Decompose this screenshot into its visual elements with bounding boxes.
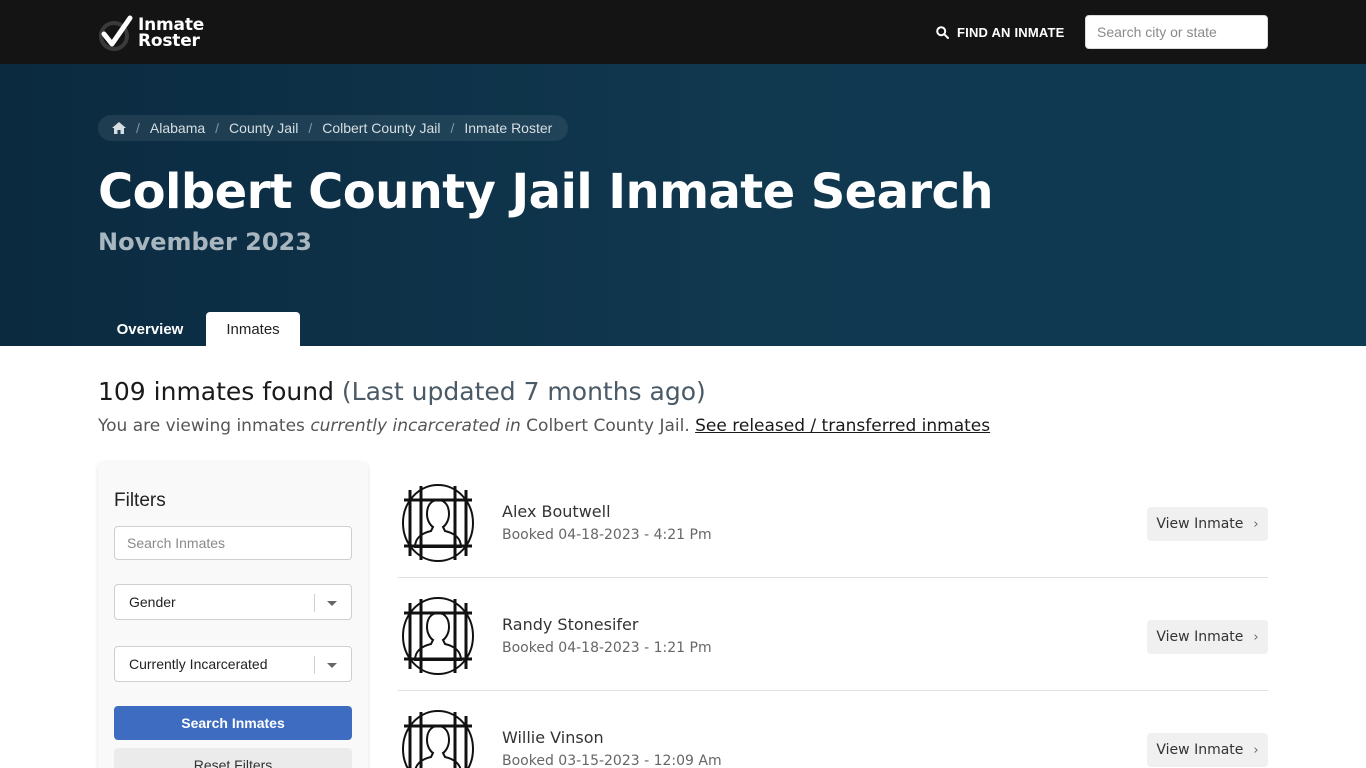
checkmark-logo-icon <box>99 15 133 51</box>
breadcrumb-separator: / <box>450 120 455 136</box>
select-divider <box>314 656 315 674</box>
inmate-avatar-icon <box>402 597 474 675</box>
status-select-value: Currently Incarcerated <box>129 656 268 672</box>
hero-banner: / Alabama / County Jail / Colbert County… <box>0 64 1366 346</box>
breadcrumb-county-jail[interactable]: County Jail <box>229 120 298 136</box>
page-subtitle: November 2023 <box>98 228 312 256</box>
search-inmates-button[interactable]: Search Inmates <box>114 706 352 740</box>
view-inmate-button[interactable]: View Inmate › <box>1147 733 1268 767</box>
inmate-booked-date: Booked 03-15-2023 - 12:09 Am <box>502 753 722 768</box>
inmate-name[interactable]: Alex Boutwell <box>502 502 611 521</box>
inmate-count: 109 inmates found <box>98 377 334 406</box>
find-inmate-link[interactable]: FIND AN INMATE <box>936 22 1065 42</box>
city-state-search-input[interactable] <box>1085 15 1268 49</box>
filters-panel: Filters Gender Currently Incarcerated Se… <box>98 462 368 768</box>
breadcrumb-separator: / <box>308 120 313 136</box>
view-inmate-button[interactable]: View Inmate › <box>1147 620 1268 654</box>
results-heading: 109 inmates found (Last updated 7 months… <box>98 377 706 406</box>
breadcrumb-alabama[interactable]: Alabama <box>150 120 205 136</box>
breadcrumb-colbert-county-jail[interactable]: Colbert County Jail <box>322 120 440 136</box>
inmate-list-item: Alex Boutwell Booked 04-18-2023 - 4:21 P… <box>398 465 1268 578</box>
viewing-prefix: You are viewing inmates <box>98 416 311 436</box>
viewing-emphasis: currently incarcerated in <box>310 416 521 436</box>
site-logo[interactable]: Inmate Roster <box>98 14 204 52</box>
breadcrumb: / Alabama / County Jail / Colbert County… <box>98 115 569 141</box>
filters-title: Filters <box>114 490 166 511</box>
status-select[interactable]: Currently Incarcerated <box>114 646 352 682</box>
inmate-list-item: Willie Vinson Booked 03-15-2023 - 12:09 … <box>398 691 1268 768</box>
chevron-right-icon: › <box>1253 629 1259 645</box>
inmate-avatar-icon <box>402 484 474 562</box>
search-icon <box>936 25 949 39</box>
inmate-avatar-icon <box>402 710 474 768</box>
viewing-description: You are viewing inmates currently incarc… <box>98 416 990 436</box>
inmate-booked-date: Booked 04-18-2023 - 4:21 Pm <box>502 527 712 543</box>
chevron-right-icon: › <box>1253 742 1259 758</box>
gender-select[interactable]: Gender <box>114 584 352 620</box>
released-inmates-link[interactable]: See released / transferred inmates <box>695 416 990 436</box>
breadcrumb-inmate-roster[interactable]: Inmate Roster <box>464 120 552 136</box>
chevron-down-icon <box>327 663 337 668</box>
inmate-list-item: Randy Stonesifer Booked 04-18-2023 - 1:2… <box>398 578 1268 691</box>
reset-filters-button[interactable]: Reset Filters <box>114 748 352 768</box>
tab-overview[interactable]: Overview <box>98 312 202 346</box>
logo-line-2: Roster <box>138 31 200 51</box>
last-updated: (Last updated 7 months ago) <box>341 377 706 406</box>
chevron-down-icon <box>327 601 337 606</box>
viewing-suffix: Colbert County Jail. <box>520 416 696 436</box>
chevron-right-icon: › <box>1253 516 1259 532</box>
home-icon[interactable] <box>112 122 126 134</box>
view-inmate-button[interactable]: View Inmate › <box>1147 507 1268 541</box>
search-inmates-input[interactable] <box>114 526 352 560</box>
inmate-name[interactable]: Willie Vinson <box>502 728 604 747</box>
inmate-booked-date: Booked 04-18-2023 - 1:21 Pm <box>502 640 712 656</box>
inmate-name[interactable]: Randy Stonesifer <box>502 615 638 634</box>
select-divider <box>314 594 315 612</box>
breadcrumb-separator: / <box>136 120 140 136</box>
page-title: Colbert County Jail Inmate Search <box>98 164 994 220</box>
gender-select-value: Gender <box>129 594 176 610</box>
tab-inmates[interactable]: Inmates <box>206 312 300 346</box>
view-inmate-label: View Inmate <box>1156 516 1244 532</box>
view-inmate-label: View Inmate <box>1156 629 1244 645</box>
view-inmate-label: View Inmate <box>1156 742 1244 758</box>
top-navbar: Inmate Roster FIND AN INMATE <box>0 0 1366 64</box>
find-inmate-label: FIND AN INMATE <box>957 24 1065 40</box>
breadcrumb-separator: / <box>215 120 220 136</box>
